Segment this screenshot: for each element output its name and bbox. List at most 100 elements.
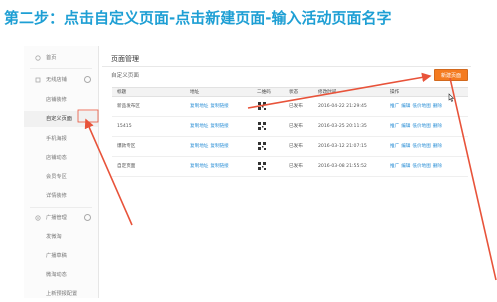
column-header-title: 标题: [117, 90, 127, 95]
row-modified-time: 2016-03-12 21:07:15: [318, 144, 367, 149]
edit-link[interactable]: 编辑: [401, 104, 410, 109]
row-actions: 推广 编辑 低价地图 删除: [390, 117, 444, 136]
copy-address-link[interactable]: 复制地址: [190, 164, 208, 169]
sidebar-item-label: 店铺装修: [46, 97, 67, 103]
sidebar-item-label: 首页: [46, 55, 57, 61]
main-panel: 页面管理 自定义页面 新建页面 标题 地址 二维码 状态 修改时间 操作 新品发…: [102, 46, 471, 298]
title-divider: [102, 66, 471, 67]
step-title: 第二步：点击自定义页面-点击新建页面-输入活动页面名字: [4, 9, 392, 27]
sidebar-item-shop-decoration[interactable]: 店铺装修: [24, 92, 98, 108]
sidebar-item-label: 店铺动态: [46, 155, 67, 161]
sidebar-section-broadcast[interactable]: 广播管理: [24, 210, 98, 226]
column-header-modified: 修改时间: [318, 90, 337, 95]
sidebar-item-label: 手机海报: [46, 136, 67, 142]
sidebar-item-label: 上新预报配置: [46, 291, 78, 297]
row-address: 复制地址 复制链接: [190, 97, 231, 116]
column-header-actions: 操作: [390, 90, 400, 95]
sidebar-item-new-arrival-config[interactable]: 上新预报配置: [24, 286, 98, 302]
sidebar-item-label: 发微淘: [46, 234, 62, 240]
sidebar-item-member-zone[interactable]: 会员专区: [24, 169, 98, 185]
row-status: 已发布: [289, 164, 303, 169]
new-page-button[interactable]: 新建页面: [434, 69, 468, 81]
table-row: 15415 复制地址 复制链接 已发布 2016-03-25 20:11:35 推…: [112, 117, 468, 137]
row-address: 复制地址 复制链接: [190, 157, 231, 176]
low-price-map-link[interactable]: 低价地图: [412, 164, 430, 169]
edit-link[interactable]: 编辑: [401, 124, 410, 129]
column-header-address: 地址: [190, 90, 200, 95]
table-row: 自定页面 复制地址 复制链接 已发布 2016-03-08 21:55:52 推广…: [112, 157, 468, 177]
sidebar-item-weitao-news[interactable]: 微淘动态: [24, 267, 98, 283]
page-subtitle: 自定义页面: [111, 73, 139, 79]
sidebar-item-shop-news[interactable]: 店铺动态: [24, 150, 98, 166]
sidebar-item-post-weitao[interactable]: 发微淘: [24, 229, 98, 245]
gear-icon[interactable]: [84, 214, 91, 221]
row-modified-time: 2016-03-25 20:11:35: [318, 124, 367, 129]
column-header-qrcode: 二维码: [257, 90, 271, 95]
promote-link[interactable]: 推广: [390, 104, 399, 109]
copy-address-link[interactable]: 复制地址: [190, 144, 208, 149]
low-price-map-link[interactable]: 低价地图: [412, 124, 430, 129]
low-price-map-link[interactable]: 低价地图: [412, 144, 430, 149]
sidebar-divider: [30, 68, 92, 69]
row-actions: 推广 编辑 低价地图 删除: [390, 97, 444, 116]
delete-link[interactable]: 删除: [433, 164, 442, 169]
sidebar-item-label: 详情装修: [46, 193, 67, 199]
sidebar-item-custom-page[interactable]: 自定义页面: [24, 111, 98, 127]
qrcode-icon[interactable]: [258, 122, 266, 130]
promote-link[interactable]: 推广: [390, 144, 399, 149]
row-address: 复制地址 复制链接: [190, 137, 231, 156]
sidebar-item-detail-decoration[interactable]: 详情装修: [24, 188, 98, 204]
gear-icon[interactable]: [84, 76, 91, 83]
low-price-map-link[interactable]: 低价地图: [412, 104, 430, 109]
sidebar-item-label: 无线店铺: [46, 77, 67, 83]
row-modified-time: 2016-03-08 21:55:52: [318, 164, 367, 169]
sidebar-item-label: 自定义页面: [46, 116, 72, 122]
shop-icon: [35, 77, 41, 83]
sidebar: 首页 无线店铺 店铺装修 自定义页面 手机海报 店铺动态 会员专区 详情装修 广…: [24, 46, 99, 298]
home-icon: [35, 55, 41, 61]
row-modified-time: 2016-04-22 21:29:45: [318, 104, 367, 109]
sidebar-item-broadcast-drafts[interactable]: 广播草稿: [24, 248, 98, 264]
row-status: 已发布: [289, 104, 303, 109]
promote-link[interactable]: 推广: [390, 164, 399, 169]
delete-link[interactable]: 删除: [433, 124, 442, 129]
sidebar-divider: [30, 207, 92, 208]
copy-address-link[interactable]: 复制地址: [190, 124, 208, 129]
sidebar-item-label: 广播草稿: [46, 253, 67, 259]
table-header: 标题 地址 二维码 状态 修改时间 操作: [112, 87, 468, 97]
copy-address-link[interactable]: 复制地址: [190, 104, 208, 109]
table-row: 爆款专区 复制地址 复制链接 已发布 2016-03-12 21:07:15 推广…: [112, 137, 468, 157]
qrcode-icon[interactable]: [258, 142, 266, 150]
table-row: 新品发布区 复制地址 复制链接 已发布 2016-04-22 21:29:45 推…: [112, 97, 468, 117]
sidebar-item-label: 广播管理: [46, 215, 67, 221]
row-actions: 推广 编辑 低价地图 删除: [390, 137, 444, 156]
delete-link[interactable]: 删除: [433, 144, 442, 149]
copy-link-link[interactable]: 复制链接: [210, 164, 228, 169]
row-title: 新品发布区: [117, 104, 140, 109]
sidebar-item-home[interactable]: 首页: [24, 50, 98, 66]
row-title: 爆款专区: [117, 144, 136, 149]
row-address: 复制地址 复制链接: [190, 117, 231, 136]
qrcode-icon[interactable]: [258, 162, 266, 170]
page-title: 页面管理: [111, 55, 139, 63]
row-title: 15415: [117, 124, 132, 129]
promote-link[interactable]: 推广: [390, 124, 399, 129]
sidebar-item-label: 微淘动态: [46, 272, 67, 278]
qrcode-icon[interactable]: [258, 102, 266, 110]
edit-link[interactable]: 编辑: [401, 144, 410, 149]
row-actions: 推广 编辑 低价地图 删除: [390, 157, 444, 176]
column-header-status: 状态: [289, 90, 299, 95]
broadcast-icon: [35, 215, 41, 221]
delete-link[interactable]: 删除: [433, 104, 442, 109]
edit-link[interactable]: 编辑: [401, 164, 410, 169]
copy-link-link[interactable]: 复制链接: [210, 124, 228, 129]
row-status: 已发布: [289, 124, 303, 129]
row-status: 已发布: [289, 144, 303, 149]
copy-link-link[interactable]: 复制链接: [210, 104, 228, 109]
mouse-cursor-icon: [448, 93, 455, 102]
row-title: 自定页面: [117, 164, 136, 169]
sidebar-item-label: 会员专区: [46, 174, 67, 180]
sidebar-item-mobile-poster[interactable]: 手机海报: [24, 131, 98, 147]
copy-link-link[interactable]: 复制链接: [210, 144, 228, 149]
sidebar-section-wireless-shop[interactable]: 无线店铺: [24, 72, 98, 88]
